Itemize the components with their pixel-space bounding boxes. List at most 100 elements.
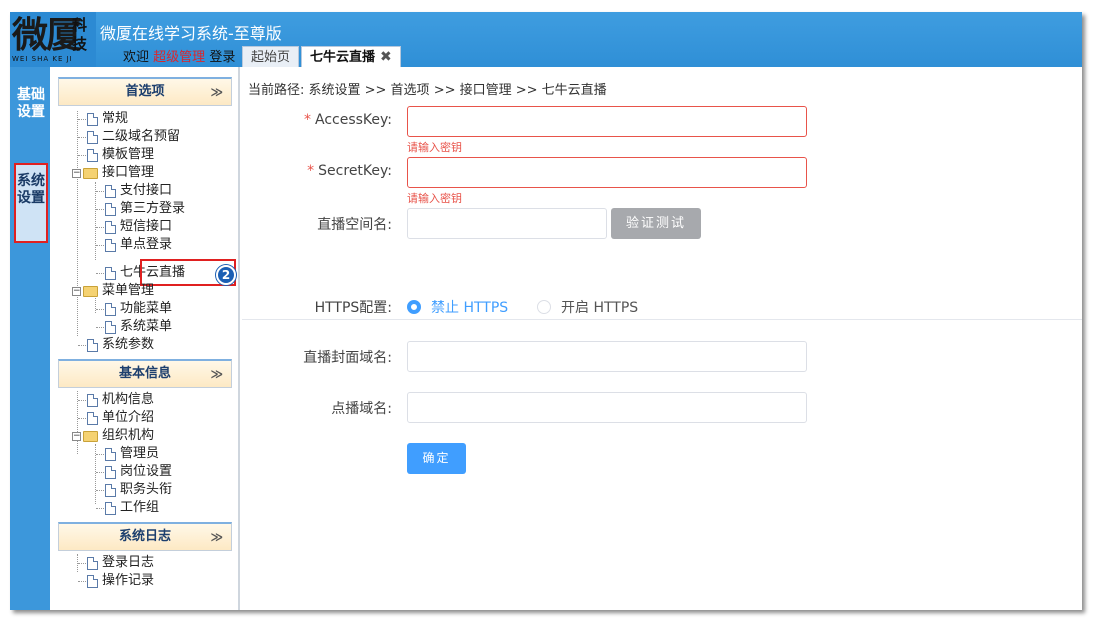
login-link[interactable]: 登录 <box>209 50 235 65</box>
step-marker-2: 2 <box>216 265 236 285</box>
radio-unchecked-icon <box>537 300 551 314</box>
vod-domain-input[interactable] <box>407 392 807 423</box>
tab-qiniu-live[interactable]: 七牛云直播 ✖ <box>301 46 401 67</box>
radio-disable-https[interactable]: 禁止 HTTPS <box>407 297 508 317</box>
breadcrumb: 当前路径: 系统设置 >> 首选项 >> 接口管理 >> 七牛云直播 <box>248 83 607 98</box>
document-icon <box>87 148 98 162</box>
accordion-system-log[interactable]: 系统日志 ≫ <box>58 522 232 551</box>
tree-item-org-info[interactable]: 机构信息 <box>78 391 154 409</box>
document-icon <box>105 447 116 461</box>
tree-item-templates[interactable]: 模板管理 <box>78 146 154 164</box>
accordion-basic-info[interactable]: 基本信息 ≫ <box>58 359 232 388</box>
header: 微厦 科 技 WEI SHA KE JI 微厦在线学习系统-至尊版 欢迎 超级管… <box>10 12 1082 67</box>
document-icon <box>105 266 116 280</box>
tree-item-titles[interactable]: 职务头衔 <box>96 481 172 499</box>
logo-ji-text: 技 <box>72 35 88 53</box>
accordion-preferences[interactable]: 首选项 ≫ <box>58 77 232 106</box>
app-window: 微厦 科 技 WEI SHA KE JI 微厦在线学习系统-至尊版 欢迎 超级管… <box>10 12 1082 610</box>
module-basic-settings[interactable]: 基础设置 <box>16 87 46 121</box>
tree-folder-org[interactable]: − 组织机构 <box>72 427 154 445</box>
cover-domain-label: 直播封面域名: <box>303 350 392 366</box>
logo-main-text: 微厦 <box>12 14 82 56</box>
folder-icon <box>83 285 98 297</box>
document-icon <box>87 411 98 425</box>
radio-checked-icon <box>407 300 421 314</box>
tab-label: 七牛云直播 <box>310 49 376 65</box>
tree-item-subdomain[interactable]: 二级域名预留 <box>78 128 180 146</box>
accordion-title: 系统日志 <box>118 529 171 544</box>
https-config-label: HTTPS配置: <box>314 300 392 316</box>
access-key-label: * AccessKey: <box>303 112 392 128</box>
accordion-title: 首选项 <box>125 84 165 99</box>
secret-key-label: * SecretKey: <box>307 163 392 179</box>
tree-item-sms[interactable]: 短信接口 <box>96 218 172 236</box>
vod-domain-label: 点播域名: <box>331 401 392 417</box>
chevron-down-icon: ≫ <box>210 367 223 381</box>
access-key-input[interactable] <box>407 106 807 137</box>
confirm-button[interactable]: 确定 <box>407 443 466 474</box>
divider <box>242 319 1082 320</box>
radio-enable-https[interactable]: 开启 HTTPS <box>537 297 638 317</box>
module-system-settings[interactable]: 系统设置 <box>14 163 48 243</box>
tab-label: 起始页 <box>251 50 291 65</box>
tab-bar: 起始页 七牛云直播 ✖ <box>242 46 403 67</box>
secret-key-input[interactable] <box>407 157 807 188</box>
tree-item-workgroups[interactable]: 工作组 <box>96 499 159 517</box>
welcome-text: 欢迎 <box>123 50 150 65</box>
document-icon <box>87 112 98 126</box>
main-content: 当前路径: 系统设置 >> 首选项 >> 接口管理 >> 七牛云直播 * Acce… <box>242 67 1082 610</box>
secret-key-error: 请输入密钥 <box>407 192 462 205</box>
folder-icon <box>83 167 98 179</box>
tree-item-login-log[interactable]: 登录日志 <box>78 554 154 572</box>
tree-folder-api[interactable]: − 接口管理 <box>72 164 154 182</box>
document-icon <box>105 184 116 198</box>
document-icon <box>87 556 98 570</box>
access-key-error: 请输入密钥 <box>407 141 462 154</box>
nav-tree-panel: 首选项 ≫ 常规 二级域名预留 模板管理 − 接口管理 支付接口 第三方登录 短信… <box>50 67 240 610</box>
tree-item-operation-log[interactable]: 操作记录 <box>78 572 154 590</box>
document-icon <box>105 220 116 234</box>
tree-folder-menu[interactable]: − 菜单管理 <box>72 282 154 300</box>
document-icon <box>87 574 98 588</box>
tab-start-page[interactable]: 起始页 <box>242 46 300 67</box>
cover-domain-input[interactable] <box>407 341 807 372</box>
system-title: 微厦在线学习系统-至尊版 <box>100 24 282 43</box>
tree-item-third-party-login[interactable]: 第三方登录 <box>96 200 185 218</box>
space-name-label: 直播空间名: <box>317 217 392 233</box>
user-bar: 欢迎 超级管理 登录 <box>123 46 235 65</box>
space-name-input[interactable] <box>407 208 607 239</box>
tree-item-payment[interactable]: 支付接口 <box>96 182 172 200</box>
tree-item-general[interactable]: 常规 <box>78 110 128 128</box>
document-icon <box>105 501 116 515</box>
user-role-link[interactable]: 超级管理 <box>153 50 205 65</box>
required-mark: * <box>307 163 315 179</box>
tree-item-system-menu[interactable]: 系统菜单 <box>96 318 172 336</box>
chevron-down-icon: ≫ <box>210 85 223 99</box>
tree-item-positions[interactable]: 岗位设置 <box>96 463 172 481</box>
tree-item-function-menu[interactable]: 功能菜单 <box>96 300 172 318</box>
document-icon <box>105 465 116 479</box>
folder-icon <box>83 430 98 442</box>
close-icon[interactable]: ✖ <box>380 47 392 68</box>
chevron-down-icon: ≫ <box>210 530 223 544</box>
tree-item-system-params[interactable]: 系统参数 <box>78 336 154 354</box>
tree-item-unit-intro[interactable]: 单位介绍 <box>78 409 154 427</box>
tree-item-admins[interactable]: 管理员 <box>96 445 159 463</box>
module-strip: 基础设置 系统设置 <box>10 67 50 610</box>
document-icon <box>105 320 116 334</box>
document-icon <box>87 338 98 352</box>
collapse-icon[interactable]: − <box>72 168 81 178</box>
collapse-icon[interactable]: − <box>72 286 81 296</box>
document-icon <box>87 393 98 407</box>
tree-item-sso[interactable]: 单点登录 <box>96 236 172 254</box>
logo-ke-text: 科 <box>72 16 88 34</box>
required-mark: * <box>303 112 311 128</box>
document-icon <box>87 130 98 144</box>
logo-english-text: WEI SHA KE JI <box>12 55 73 63</box>
collapse-icon[interactable]: − <box>72 431 81 441</box>
document-icon <box>105 238 116 252</box>
document-icon <box>105 302 116 316</box>
document-icon <box>105 483 116 497</box>
document-icon <box>105 202 116 216</box>
verify-test-button[interactable]: 验证测试 <box>611 208 701 239</box>
